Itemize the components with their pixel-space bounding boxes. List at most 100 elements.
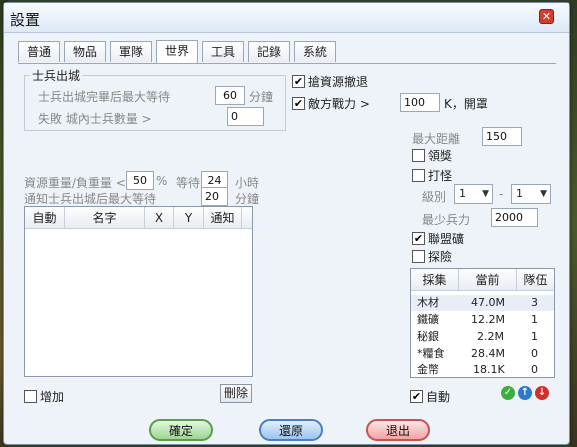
notify-wait-unit: 分鐘	[235, 192, 260, 206]
row-teams: 3	[531, 296, 538, 309]
checkbox-icon	[412, 169, 425, 182]
tab-army[interactable]: 軍隊	[110, 41, 152, 62]
background-right	[570, 0, 577, 447]
tab-system[interactable]: 系統	[294, 41, 336, 62]
alliance-mine-checkbox[interactable]: ✔ 聯盟礦	[412, 230, 464, 247]
confirm-button[interactable]: 確定	[149, 419, 213, 441]
row-name: *糧食	[417, 347, 445, 360]
row-name: 金幣	[417, 363, 439, 376]
close-icon[interactable]: ✕	[539, 9, 554, 24]
explore-label: 探險	[428, 250, 453, 264]
arrow-up-icon[interactable]: ↑	[518, 386, 532, 400]
column-gather[interactable]: 採集	[411, 269, 459, 291]
level-dash: -	[499, 187, 504, 201]
grab-retreat-checkbox[interactable]: ✔ 搶資源撤退	[292, 73, 368, 90]
tab-items[interactable]: 物品	[64, 41, 106, 62]
delete-button[interactable]: 刪除	[220, 384, 252, 403]
tab-panel-border	[18, 63, 556, 64]
arrow-down-icon[interactable]: ↓	[535, 386, 549, 400]
row-current: 28.4M	[471, 347, 505, 360]
settings-window: 設置 ✕ 普通 物品 軍隊 世界 工具 記錄 系統 士兵出城 士兵出城完畢后最大…	[3, 2, 570, 445]
window-title: 設置	[10, 11, 41, 29]
checkbox-icon	[24, 390, 37, 403]
reward-label: 領獎	[428, 149, 453, 163]
check-icon: ✔	[412, 232, 425, 245]
monster-checkbox[interactable]: 打怪	[412, 167, 452, 184]
enemy-power-checkbox[interactable]: ✔ 敵方戰力 >	[292, 95, 370, 112]
enemy-power-input[interactable]: 100	[400, 93, 440, 112]
confirm-check-icon[interactable]: ✓	[501, 386, 515, 400]
checkbox-icon	[412, 149, 425, 162]
row-teams: 1	[531, 330, 538, 343]
level-to-select[interactable]: 1 ▼	[511, 184, 551, 204]
chevron-down-icon: ▼	[540, 189, 547, 199]
max-wait-input[interactable]: 60	[215, 86, 245, 105]
row-name: 鐵礦	[417, 313, 439, 326]
check-icon: ✔	[292, 75, 305, 88]
column-x[interactable]: X	[145, 207, 174, 229]
column-name[interactable]: 名字	[65, 207, 145, 229]
row-current: 18.1K	[473, 363, 505, 376]
chevron-down-icon: ▼	[482, 189, 489, 199]
row-teams: 0	[531, 363, 538, 376]
percent-sign: %	[156, 174, 168, 188]
level-from-value: 1	[459, 187, 466, 200]
table-row[interactable]: 金幣 18.1K 0	[411, 362, 554, 378]
notify-wait-input[interactable]: 20	[201, 187, 228, 206]
wait-hours-unit: 小時	[235, 176, 260, 190]
column-notify[interactable]: 通知	[204, 207, 242, 229]
level-to-value: 1	[516, 187, 523, 200]
explore-checkbox[interactable]: 探險	[412, 248, 452, 265]
auto-checkbox[interactable]: ✔ 自動	[410, 388, 450, 405]
target-list-header: 自動 名字 X Y 通知	[25, 207, 252, 229]
tab-general[interactable]: 普通	[18, 41, 60, 62]
column-auto[interactable]: 自動	[25, 207, 65, 229]
min-troops-label: 最少兵力	[422, 213, 471, 227]
row-teams: 1	[531, 313, 538, 326]
resource-table-header: 採集 當前 隊伍	[411, 269, 554, 291]
enemy-power-suffix: K，開罩	[444, 97, 488, 111]
row-current: 2.2M	[477, 330, 504, 343]
monster-label: 打怪	[428, 169, 453, 183]
fail-count-label: 失敗 城內士兵數量 >	[38, 112, 152, 126]
column-y[interactable]: Y	[174, 207, 204, 229]
tab-world[interactable]: 世界	[156, 40, 198, 63]
wait-label: 等待	[176, 176, 201, 190]
grab-retreat-label: 搶資源撤退	[308, 75, 369, 89]
table-row[interactable]: 木材 47.0M 3	[411, 295, 554, 311]
table-row[interactable]: *糧食 28.4M 0	[411, 346, 554, 362]
enemy-power-label: 敵方戰力 >	[308, 97, 370, 111]
max-distance-input[interactable]: 150	[482, 127, 522, 146]
exit-button[interactable]: 退出	[366, 419, 430, 441]
resource-weight-label: 資源重量/負重量 <	[24, 176, 126, 190]
check-icon: ✔	[292, 97, 305, 110]
restore-button[interactable]: 還原	[259, 419, 323, 441]
row-teams: 0	[531, 347, 538, 360]
tab-tools[interactable]: 工具	[202, 41, 244, 62]
fail-count-input[interactable]: 0	[227, 107, 264, 126]
resource-weight-input[interactable]: 50	[126, 171, 154, 190]
level-label: 級別	[422, 190, 447, 204]
target-list[interactable]: 自動 名字 X Y 通知	[24, 206, 253, 377]
reward-checkbox[interactable]: 領獎	[412, 147, 452, 164]
table-row[interactable]: 鐵礦 12.2M 1	[411, 312, 554, 328]
column-teams[interactable]: 隊伍	[517, 269, 554, 291]
min-troops-input[interactable]: 2000	[491, 208, 538, 227]
column-current[interactable]: 當前	[459, 269, 517, 291]
auto-label: 自動	[426, 390, 451, 404]
alliance-mine-label: 聯盟礦	[428, 232, 465, 246]
tab-log[interactable]: 記錄	[248, 41, 290, 62]
row-current: 47.0M	[471, 296, 505, 309]
table-row[interactable]: 秘銀 2.2M 1	[411, 329, 554, 345]
resource-table: 採集 當前 隊伍 木材 47.0M 3 鐵礦 12.2M 1 秘銀 2.2M 1…	[410, 268, 555, 378]
level-from-select[interactable]: 1 ▼	[454, 184, 493, 204]
add-checkbox[interactable]: 增加	[24, 388, 64, 405]
row-name: 木材	[417, 296, 439, 309]
check-icon: ✔	[410, 390, 423, 403]
max-wait-unit: 分鐘	[249, 90, 274, 104]
title-bar: 設置 ✕	[4, 3, 569, 33]
max-distance-label: 最大距離	[412, 132, 461, 146]
row-current: 12.2M	[471, 313, 505, 326]
add-label: 增加	[40, 390, 65, 404]
checkbox-icon	[412, 250, 425, 263]
